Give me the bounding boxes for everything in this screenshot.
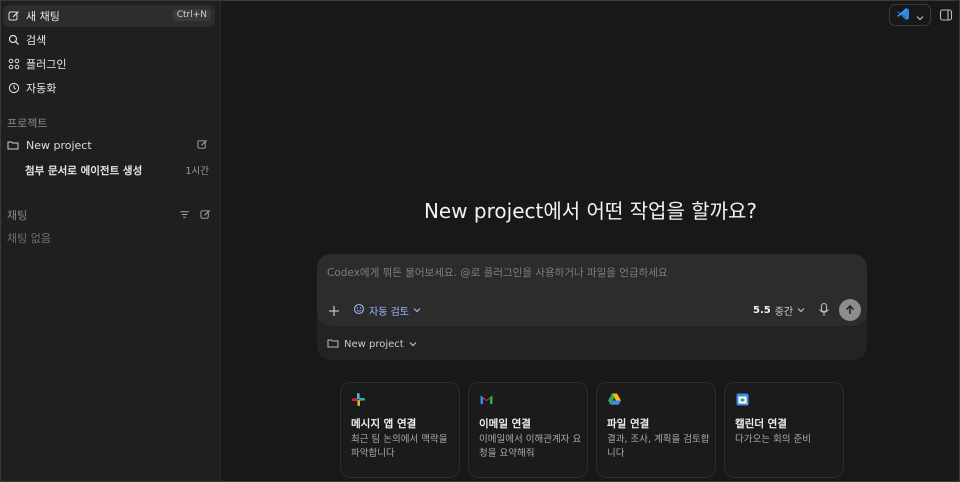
shortcut-badge: Ctrl+N xyxy=(172,9,211,21)
card-description: 다가오는 회의 준비 xyxy=(735,434,811,445)
automation-nav-item[interactable]: 자동화 xyxy=(3,77,215,99)
card-connect-calendar[interactable]: 캘린더 연결 다가오는 회의 준비 xyxy=(724,382,844,478)
thread-time: 1시간 xyxy=(185,166,209,177)
composer: Codex에게 뭐든 물어보세요. @로 플러그인을 사용하거나 파일을 언급하… xyxy=(317,254,867,360)
gmail-icon xyxy=(479,392,494,407)
project-item[interactable]: New project xyxy=(3,134,215,156)
chevron-down-icon xyxy=(916,6,924,25)
card-description: 최근 팀 논의에서 맥락을 파악합니다 xyxy=(351,434,448,459)
filter-icon[interactable] xyxy=(179,205,191,218)
search-nav-item[interactable]: 검색 xyxy=(3,29,215,51)
card-description: 이메일에서 이해관계자 요청을 요약해줘 xyxy=(479,434,582,459)
card-title: 캘린더 연결 xyxy=(735,418,787,430)
send-button[interactable] xyxy=(839,299,861,321)
chevron-down-icon xyxy=(409,339,417,350)
prompt-box[interactable]: Codex에게 뭐든 물어보세요. @로 플러그인을 사용하거나 파일을 언급하… xyxy=(317,254,867,326)
project-name: New project xyxy=(26,138,92,152)
chats-section-label: 채팅 xyxy=(7,209,28,222)
thread-title: 첨부 문서로 에이전트 생성 xyxy=(25,164,143,177)
folder-icon xyxy=(7,138,21,152)
new-chat-icon[interactable] xyxy=(200,205,212,219)
open-in-editor-button[interactable] xyxy=(889,4,931,26)
page-title: New project에서 어떤 작업을 할까요? xyxy=(423,199,758,223)
microphone-icon[interactable] xyxy=(817,302,831,318)
search-label: 검색 xyxy=(26,34,47,47)
chevron-down-icon xyxy=(413,305,421,316)
vscode-icon xyxy=(896,6,910,25)
edit-icon xyxy=(7,9,21,23)
chats-header: 채팅 xyxy=(7,204,215,222)
automation-label: 자동화 xyxy=(26,82,57,95)
main-area: New project에서 어떤 작업을 할까요? Codex에게 뭐든 물어보… xyxy=(222,1,959,481)
card-title: 파일 연결 xyxy=(607,418,650,430)
add-attachment-icon[interactable] xyxy=(327,303,341,317)
new-thread-icon[interactable] xyxy=(197,139,209,151)
auto-review-label: 자동 검토 xyxy=(369,306,409,318)
card-title: 이메일 연결 xyxy=(479,418,531,430)
card-connect-messaging[interactable]: 메시지 앱 연결 최근 팀 논의에서 맥락을 파악합니다 xyxy=(340,382,460,478)
card-connect-files[interactable]: 파일 연결 결과, 조사, 계획을 검토합니다 xyxy=(596,382,716,478)
calendar-icon xyxy=(735,392,750,407)
project-selector-label: New project xyxy=(344,338,404,350)
clock-icon xyxy=(7,81,21,95)
google-drive-icon xyxy=(607,392,622,407)
slack-icon xyxy=(351,392,366,407)
project-selector[interactable]: New project xyxy=(327,337,417,351)
thread-item[interactable]: 첨부 문서로 에이전트 생성 1시간 xyxy=(25,159,215,181)
projects-section-label: 프로젝트 xyxy=(7,117,48,130)
new-chat-label: 새 채팅 xyxy=(26,10,60,23)
plugins-nav-item[interactable]: 플러그인 xyxy=(3,53,215,75)
auto-review-button[interactable]: 자동 검토 xyxy=(353,303,421,318)
grid-icon xyxy=(7,57,21,71)
model-selector[interactable]: 5.5 중간 xyxy=(753,303,805,318)
review-icon xyxy=(353,303,365,318)
new-chat-button[interactable]: 새 채팅 Ctrl+N xyxy=(3,5,215,27)
plugins-label: 플러그인 xyxy=(26,58,67,71)
folder-icon xyxy=(327,337,339,352)
model-effort: 중간 xyxy=(774,306,794,318)
card-connect-email[interactable]: 이메일 연결 이메일에서 이해관계자 요청을 요약해줘 xyxy=(468,382,588,478)
sidebar: 새 채팅 Ctrl+N 검색 플러그인 자동화 프로젝트 New project… xyxy=(1,1,221,481)
arrow-up-icon xyxy=(844,301,856,320)
model-version: 5.5 xyxy=(753,304,771,316)
chats-empty-note: 채팅 없음 xyxy=(7,232,51,245)
prompt-input[interactable]: Codex에게 뭐든 물어보세요. @로 플러그인을 사용하거나 파일을 언급하… xyxy=(327,265,668,280)
search-icon xyxy=(7,33,21,47)
chevron-down-icon xyxy=(797,305,805,316)
card-description: 결과, 조사, 계획을 검토합니다 xyxy=(607,434,710,459)
toggle-panel-icon[interactable] xyxy=(939,7,953,21)
card-title: 메시지 앱 연결 xyxy=(351,418,417,430)
